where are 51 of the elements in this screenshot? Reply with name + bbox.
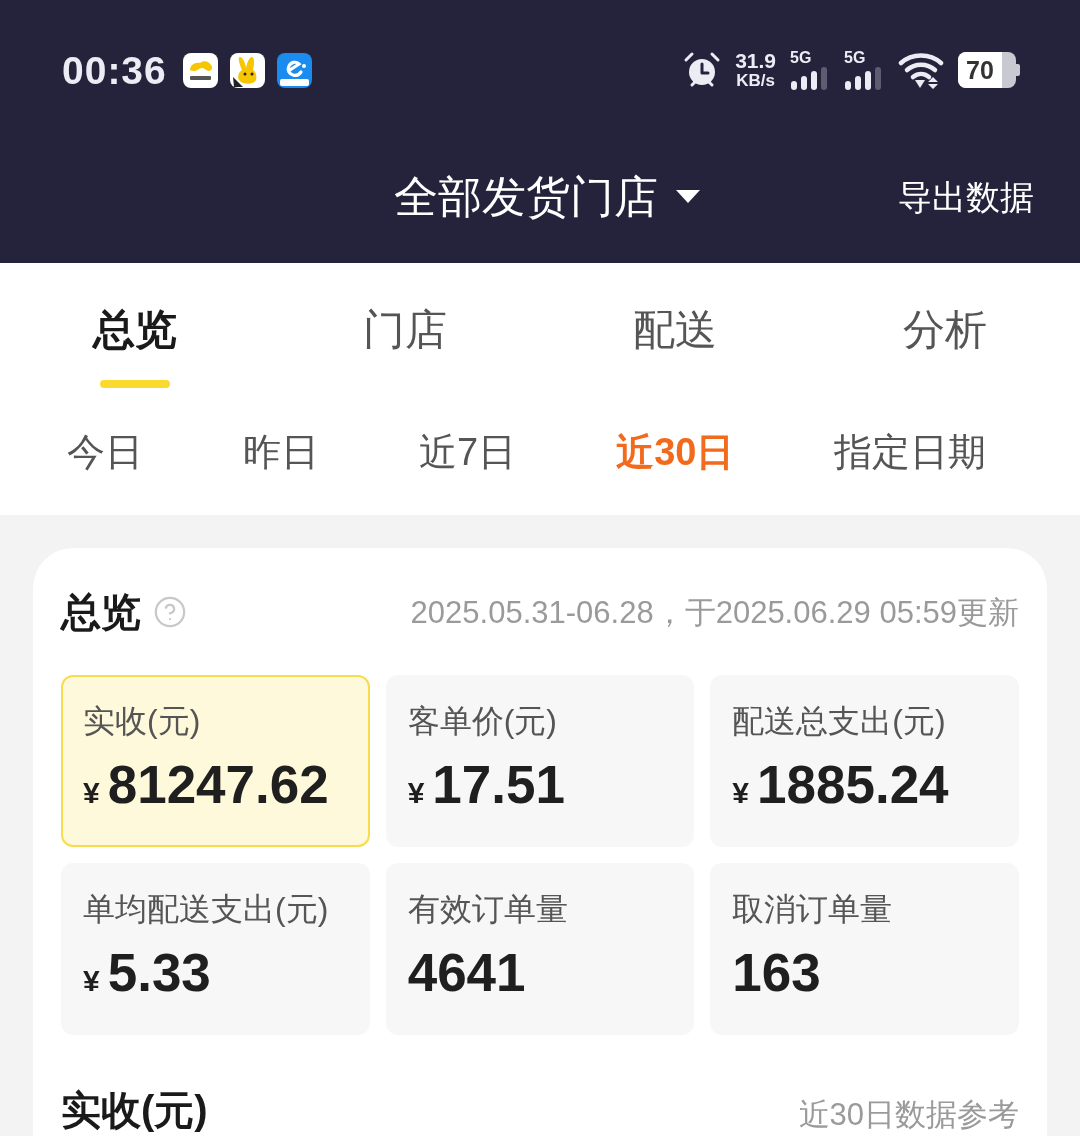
rabbit-logo-app-icon [229,52,265,88]
metric-card[interactable]: 客单价(元) ¥17.51 [385,675,695,847]
currency-sign: ¥ [407,775,425,811]
network-type-label: 5G [790,49,812,67]
metric-label: 实收(元) [83,702,201,740]
metric-label: 配送总支出(元) [732,702,946,740]
metric-card[interactable]: 实收(元) ¥81247.62 [61,675,370,847]
network-speed-unit: KB/s [736,72,775,90]
metric-value: 81247.62 [107,755,329,815]
dropdown-caret-icon [676,190,700,203]
section-tab[interactable]: 分析 [903,306,987,388]
update-period-text: 2025.05.31-06.28，于2025.06.29 05:59更新 [410,596,1019,628]
alarm-clock-icon [683,51,722,89]
signal-bars-icon [790,66,830,91]
metric-value: 163 [732,943,821,1003]
date-range-option[interactable]: 近7日 [419,430,517,474]
metric-value: 1885.24 [757,755,949,815]
section-tab[interactable]: 总览 [93,306,177,388]
metric-value: 17.51 [432,755,565,815]
metric-card[interactable]: 配送总支出(元) ¥1885.24 [710,675,1019,847]
metric-value: 5.33 [107,943,211,1003]
store-selector-dropdown[interactable]: 全部发货门店 [380,174,700,219]
date-range-option[interactable]: 指定日期 [834,430,987,474]
network-type-label: 5G [844,49,866,67]
metric-label: 客单价(元) [407,702,557,740]
metric-card[interactable]: 有效订单量 4641 [385,863,695,1035]
letter-e-logo-app-icon [276,52,312,88]
section-note: 近30日数据参考 [798,1099,1019,1130]
section-title: 实收(元) [61,1090,208,1130]
status-time: 00:36 [62,50,167,90]
metric-label: 单均配送支出(元) [83,890,329,928]
currency-sign: ¥ [83,963,100,999]
network-speed-value: 31.9 [735,50,776,73]
export-data-link[interactable]: 导出数据 [898,179,1034,214]
date-range-option[interactable]: 昨日 [243,430,319,474]
currency-sign: ¥ [83,775,100,811]
metric-label: 取消订单量 [732,890,893,928]
help-icon[interactable] [153,595,187,629]
cloud-logo-app-icon [182,52,218,88]
card-title: 总览 [61,592,141,632]
date-range-option[interactable]: 今日 [67,430,143,474]
section-tab[interactable]: 门店 [363,306,447,388]
metric-card[interactable]: 单均配送支出(元) ¥5.33 [61,863,370,1035]
metric-card[interactable]: 取消订单量 163 [710,863,1019,1035]
signal-bars-icon [844,66,884,91]
metric-value: 4641 [407,943,526,1003]
section-tab[interactable]: 配送 [633,306,717,388]
battery-percentage: 70 [966,57,994,83]
metric-label: 有效订单量 [407,890,568,928]
wifi-icon [898,51,944,89]
currency-sign: ¥ [732,775,749,811]
